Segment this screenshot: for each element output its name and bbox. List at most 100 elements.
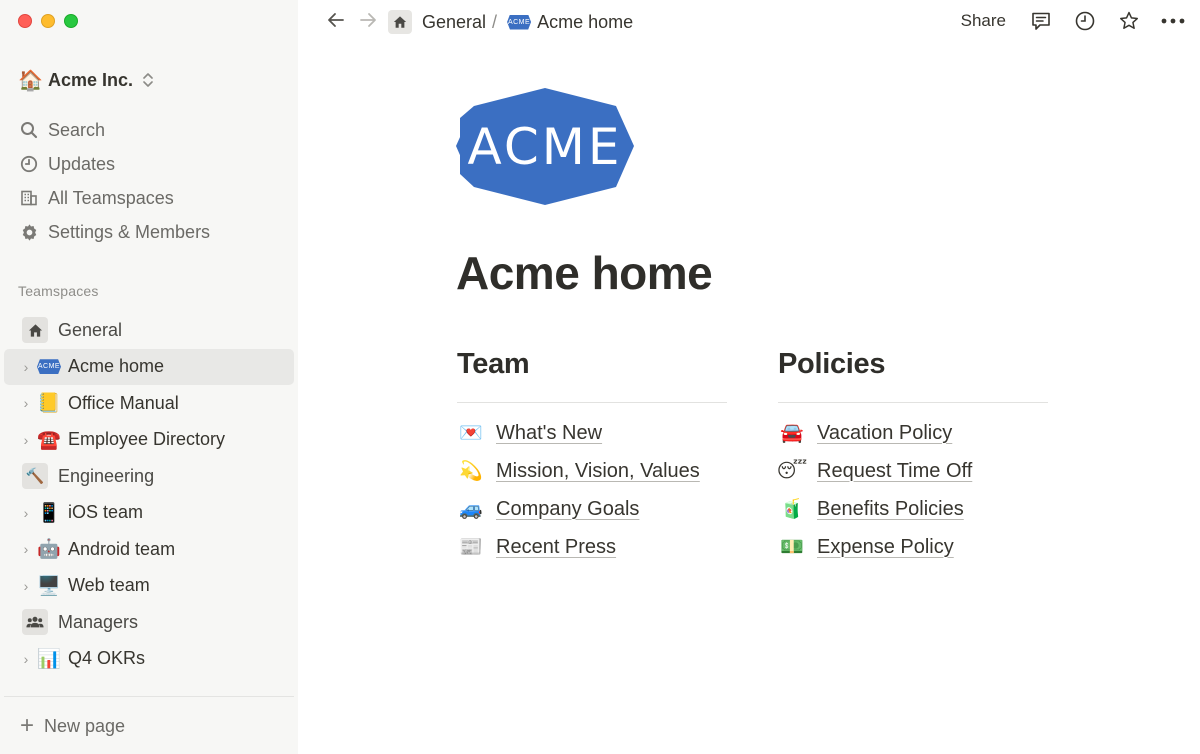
- policies-divider: [778, 402, 1048, 403]
- sidebar-item-label: Settings & Members: [48, 221, 211, 242]
- history-clock-icon[interactable]: [1072, 8, 1098, 34]
- teamspace-managers[interactable]: Managers: [4, 604, 294, 641]
- topbar-actions: Share: [961, 8, 1186, 34]
- page-link-label[interactable]: Company Goals: [496, 498, 639, 521]
- page-link-label[interactable]: Expense Policy: [817, 536, 954, 559]
- main-content: General / ACME Acme home Share ACME Acme…: [298, 0, 1200, 754]
- sidebar-item-label: All Teamspaces: [48, 187, 174, 208]
- chevron-right-icon[interactable]: ›: [16, 359, 36, 375]
- history-navigation: [326, 10, 378, 36]
- chevron-right-icon[interactable]: ›: [16, 541, 36, 557]
- close-window-button[interactable]: [18, 14, 32, 28]
- chevron-right-icon[interactable]: ›: [16, 395, 36, 411]
- page-link-label[interactable]: Vacation Policy: [817, 422, 952, 445]
- sidebar-page-q4-okrs[interactable]: › 📊 Q4 OKRs: [4, 641, 294, 678]
- sidebar-item-label: Engineering: [58, 465, 155, 486]
- more-options-icon[interactable]: [1160, 8, 1186, 34]
- breadcrumb-item-general[interactable]: General: [422, 12, 486, 33]
- sidebar-item-label: Employee Directory: [68, 429, 226, 450]
- search-icon: [18, 119, 40, 141]
- page-link-label[interactable]: Request Time Off: [817, 460, 972, 483]
- acme-logo-icon: ACME: [507, 14, 532, 30]
- sidebar-page-android-team[interactable]: › 🤖 Android team: [4, 531, 294, 568]
- new-page-button[interactable]: + New page: [20, 712, 125, 740]
- teamspace-tree: General › ACME Acme home › 📒 Office Manu…: [4, 312, 294, 677]
- chevron-right-icon[interactable]: ›: [16, 505, 36, 521]
- page-link-label[interactable]: Recent Press: [496, 536, 616, 559]
- sidebar-item-label: Updates: [48, 153, 116, 174]
- dollar-banknote-icon: 💵: [780, 537, 804, 558]
- minimize-window-button[interactable]: [41, 14, 55, 28]
- page-link-label[interactable]: Benefits Policies: [817, 498, 964, 521]
- share-button[interactable]: Share: [961, 11, 1006, 31]
- sidebar-item-label: Managers: [58, 611, 139, 632]
- sidebar-item-label: Office Manual: [68, 392, 179, 413]
- page-link-mission[interactable]: 💫 Mission, Vision, Values: [457, 452, 727, 490]
- team-column: Team 💌 What's New 💫 Mission, Vision, Val…: [457, 346, 727, 566]
- new-page-label: New page: [44, 715, 126, 736]
- chevron-right-icon[interactable]: ›: [16, 578, 36, 594]
- bar-chart-icon: 📊: [37, 648, 61, 670]
- forward-arrow-icon[interactable]: [358, 10, 378, 36]
- teamspace-engineering[interactable]: 🔨 Engineering: [4, 458, 294, 495]
- page-link-request-time-off[interactable]: 😴 Request Time Off: [776, 452, 1048, 490]
- sidebar-item-updates[interactable]: Updates: [18, 147, 292, 181]
- building-icon: [18, 187, 40, 209]
- comment-icon[interactable]: [1028, 8, 1054, 34]
- page-link-whats-new[interactable]: 💌 What's New: [457, 414, 727, 452]
- page-link-vacation-policy[interactable]: 🚘 Vacation Policy: [778, 414, 1048, 452]
- page-title: Acme home: [456, 247, 713, 299]
- sidebar-item-label: Android team: [68, 538, 176, 559]
- juice-box-icon: 🧃: [780, 499, 804, 520]
- team-heading: Team: [457, 348, 530, 380]
- sidebar-nav: Search Updates All Teamspaces Settings &…: [18, 113, 292, 249]
- acme-logo-icon: ACME: [37, 359, 61, 375]
- sidebar-page-ios-team[interactable]: › 📱 iOS team: [4, 495, 294, 532]
- sidebar-item-label: Acme home: [68, 356, 165, 377]
- dizzy-star-icon: 💫: [459, 461, 483, 482]
- page-link-company-goals[interactable]: 🚙 Company Goals: [457, 490, 727, 528]
- workspace-emoji: 🏠: [18, 69, 43, 92]
- workspace-switcher[interactable]: 🏠 Acme Inc.: [18, 67, 153, 93]
- sidebar-item-all-teamspaces[interactable]: All Teamspaces: [18, 181, 292, 215]
- people-icon: [22, 609, 48, 636]
- page-link-recent-press[interactable]: 📰 Recent Press: [457, 528, 727, 566]
- zoom-window-button[interactable]: [64, 14, 78, 28]
- sidebar-divider: [4, 696, 294, 697]
- car-icon: 🚙: [459, 499, 483, 520]
- chevron-right-icon[interactable]: ›: [16, 651, 36, 667]
- sidebar-item-label: iOS team: [68, 502, 144, 523]
- page-link-label[interactable]: What's New: [496, 422, 602, 445]
- logo-text: ACME: [468, 118, 623, 176]
- sidebar-page-web-team[interactable]: › 🖥️ Web team: [4, 568, 294, 605]
- page-link-label[interactable]: Mission, Vision, Values: [496, 460, 700, 483]
- chevron-right-icon[interactable]: ›: [16, 432, 36, 448]
- sidebar: 🏠 Acme Inc. Search Updates All Teamspace…: [0, 0, 298, 754]
- sidebar-page-employee-directory[interactable]: › ☎️ Employee Directory: [4, 422, 294, 459]
- sidebar-page-acme-home[interactable]: › ACME Acme home: [4, 348, 294, 385]
- teamspace-general[interactable]: General: [4, 312, 294, 349]
- teamspaces-section-label: Teamspaces: [18, 283, 99, 299]
- back-arrow-icon[interactable]: [326, 10, 346, 36]
- sidebar-item-search[interactable]: Search: [18, 113, 292, 147]
- topbar: General / ACME Acme home Share: [298, 0, 1200, 44]
- breadcrumb-item-acme-home[interactable]: Acme home: [537, 12, 633, 33]
- page-link-benefits-policies[interactable]: 🧃 Benefits Policies: [778, 490, 1048, 528]
- page-icon-acme-logo[interactable]: ACME: [456, 88, 634, 210]
- gear-icon: [18, 221, 40, 243]
- red-car-icon: 🚘: [780, 423, 804, 444]
- page-link-expense-policy[interactable]: 💵 Expense Policy: [778, 528, 1048, 566]
- sidebar-item-settings[interactable]: Settings & Members: [18, 215, 292, 249]
- chevron-up-down-icon: [143, 72, 153, 88]
- sidebar-page-office-manual[interactable]: › 📒 Office Manual: [4, 385, 294, 422]
- clock-icon: [18, 153, 40, 175]
- love-letter-icon: 💌: [459, 423, 483, 444]
- team-divider: [457, 402, 727, 403]
- home-icon[interactable]: [388, 10, 412, 34]
- sidebar-item-label: General: [58, 319, 123, 340]
- hammer-icon: 🔨: [22, 463, 48, 490]
- mobile-phone-icon: 📱: [37, 502, 61, 524]
- policies-heading: Policies: [778, 348, 886, 380]
- sleeping-face-icon: 😴: [776, 460, 808, 482]
- star-icon[interactable]: [1116, 8, 1142, 34]
